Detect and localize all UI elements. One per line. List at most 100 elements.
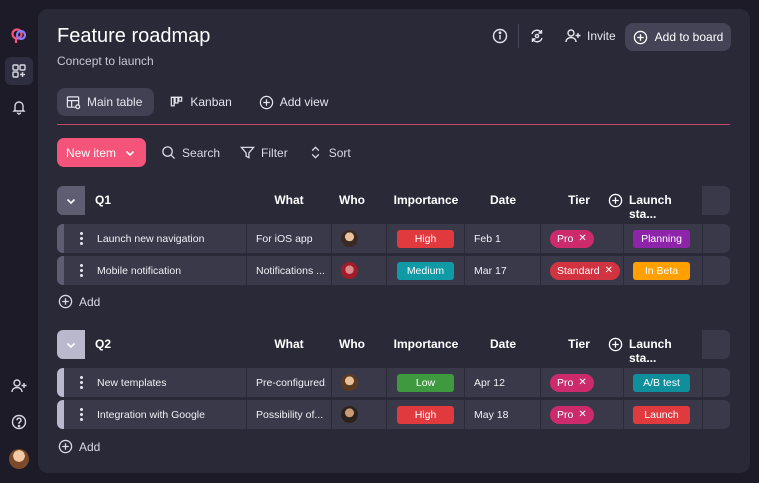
importance-cell[interactable]: Medium xyxy=(397,256,455,285)
tier-tag: Pro ✕ xyxy=(550,405,594,424)
info-icon[interactable] xyxy=(490,26,510,46)
add-item-label: Add xyxy=(79,294,101,309)
group-q1: Q1 What Who Importance Date Tier Launch … xyxy=(57,186,730,285)
column-header-launch-status[interactable]: Launch sta... xyxy=(629,193,701,221)
tier-cell[interactable]: Pro ✕ xyxy=(550,368,622,397)
who-cell[interactable] xyxy=(341,224,361,253)
column-header-what[interactable]: What xyxy=(247,337,331,351)
drag-handle-icon[interactable] xyxy=(79,408,83,421)
tier-tag: Standard ✕ xyxy=(550,261,621,280)
search-button[interactable]: Search xyxy=(156,138,225,167)
who-cell[interactable] xyxy=(341,400,361,429)
row-stripe xyxy=(57,224,64,253)
column-header-importance[interactable]: Importance xyxy=(387,193,465,207)
tabs-divider xyxy=(57,124,730,125)
app-rail xyxy=(0,0,36,483)
what-cell[interactable]: For iOS app xyxy=(256,224,326,253)
column-header-launch-status[interactable]: Launch sta... xyxy=(629,337,701,365)
sort-button[interactable]: Sort xyxy=(303,138,356,167)
launch-status-cell[interactable]: A/B test xyxy=(633,368,693,397)
importance-badge: Low xyxy=(397,373,454,392)
what-cell[interactable]: Pre-configured... xyxy=(256,368,326,397)
date-cell[interactable]: May 18 xyxy=(474,400,534,429)
tab-main-table[interactable]: Main table xyxy=(57,88,155,116)
remove-tag-icon[interactable]: ✕ xyxy=(605,265,613,276)
tier-tag-label: Pro xyxy=(557,408,574,421)
who-cell[interactable] xyxy=(341,256,361,285)
new-item-button[interactable]: New item xyxy=(57,138,147,167)
user-avatar[interactable] xyxy=(9,449,29,469)
filter-button[interactable]: Filter xyxy=(235,138,293,167)
date-cell[interactable]: Apr 12 xyxy=(474,368,534,397)
remove-tag-icon[interactable]: ✕ xyxy=(578,377,586,388)
invite-button[interactable]: Invite xyxy=(565,26,616,46)
group-toggle[interactable] xyxy=(57,330,85,359)
launch-status-cell[interactable]: Launch xyxy=(633,400,693,429)
remove-tag-icon[interactable]: ✕ xyxy=(578,409,586,420)
help-icon[interactable] xyxy=(5,408,33,436)
date-cell[interactable]: Mar 17 xyxy=(474,256,534,285)
column-header-date[interactable]: Date xyxy=(465,193,541,207)
new-item-label: New item xyxy=(66,145,117,160)
drag-handle-icon[interactable] xyxy=(79,264,83,277)
sort-icon xyxy=(311,146,319,159)
chevron-down-icon xyxy=(66,198,76,204)
column-header-date[interactable]: Date xyxy=(465,337,541,351)
tier-cell[interactable]: Pro ✕ xyxy=(550,224,622,253)
item-name[interactable]: Launch new navigation xyxy=(97,224,245,253)
plus-circle-icon xyxy=(58,439,73,454)
remove-tag-icon[interactable]: ✕ xyxy=(578,233,586,244)
date-cell[interactable]: Feb 1 xyxy=(474,224,534,253)
bell-icon[interactable] xyxy=(5,93,33,121)
add-to-board-button[interactable]: Add to board xyxy=(625,23,731,51)
status-badge: Planning xyxy=(633,229,690,248)
sort-label: Sort xyxy=(328,145,351,160)
tier-tag: Pro ✕ xyxy=(550,373,594,392)
invite-label: Invite xyxy=(587,29,616,43)
tab-add-view[interactable]: Add view xyxy=(250,88,341,116)
what-cell[interactable]: Notifications ... xyxy=(256,256,326,285)
what-cell[interactable]: Possibility of... xyxy=(256,400,326,429)
column-header-tier[interactable]: Tier xyxy=(541,337,617,351)
group-name: Q1 xyxy=(95,193,112,207)
dashboard-icon[interactable] xyxy=(5,57,33,85)
row-stripe xyxy=(57,368,64,397)
add-item-button[interactable]: Add xyxy=(58,294,100,309)
add-item-button[interactable]: Add xyxy=(58,439,100,454)
tier-cell[interactable]: Pro ✕ xyxy=(550,400,622,429)
filter-label: Filter xyxy=(261,145,288,160)
toolbar: New item Search Filter Sort xyxy=(57,138,356,167)
sync-icon[interactable] xyxy=(527,26,547,46)
add-user-icon[interactable] xyxy=(5,372,33,400)
column-header-who[interactable]: Who xyxy=(331,193,373,207)
filter-icon xyxy=(240,146,256,159)
column-header-importance[interactable]: Importance xyxy=(387,337,465,351)
item-name[interactable]: New templates xyxy=(97,368,245,397)
launch-status-cell[interactable]: Planning xyxy=(633,224,693,253)
drag-handle-icon[interactable] xyxy=(79,376,83,389)
tier-tag: Pro ✕ xyxy=(550,229,594,248)
item-name[interactable]: Integration with Google xyxy=(97,400,245,429)
column-header-end xyxy=(702,186,730,215)
tier-cell[interactable]: Standard ✕ xyxy=(550,256,622,285)
launch-status-cell[interactable]: In Beta xyxy=(633,256,693,285)
importance-cell[interactable]: High xyxy=(397,224,455,253)
column-header-tier[interactable]: Tier xyxy=(541,193,617,207)
add-column-icon[interactable] xyxy=(608,337,623,352)
column-header-who[interactable]: Who xyxy=(331,337,373,351)
app-logo-icon[interactable] xyxy=(5,22,33,50)
column-header-what[interactable]: What xyxy=(247,193,331,207)
importance-cell[interactable]: High xyxy=(397,400,455,429)
table-row[interactable]: Mobile notification Notifications ... Me… xyxy=(57,256,730,285)
table-row[interactable]: New templates Pre-configured... Low Apr … xyxy=(57,368,730,397)
group-toggle[interactable] xyxy=(57,186,85,215)
importance-cell[interactable]: Low xyxy=(397,368,455,397)
who-cell[interactable] xyxy=(341,368,361,397)
table-row[interactable]: Integration with Google Possibility of..… xyxy=(57,400,730,429)
tab-kanban[interactable]: Kanban xyxy=(160,88,243,116)
tab-label: Kanban xyxy=(190,95,232,109)
add-column-icon[interactable] xyxy=(608,193,623,208)
table-row[interactable]: Launch new navigation For iOS app High F… xyxy=(57,224,730,253)
drag-handle-icon[interactable] xyxy=(79,232,83,245)
item-name[interactable]: Mobile notification xyxy=(97,256,245,285)
